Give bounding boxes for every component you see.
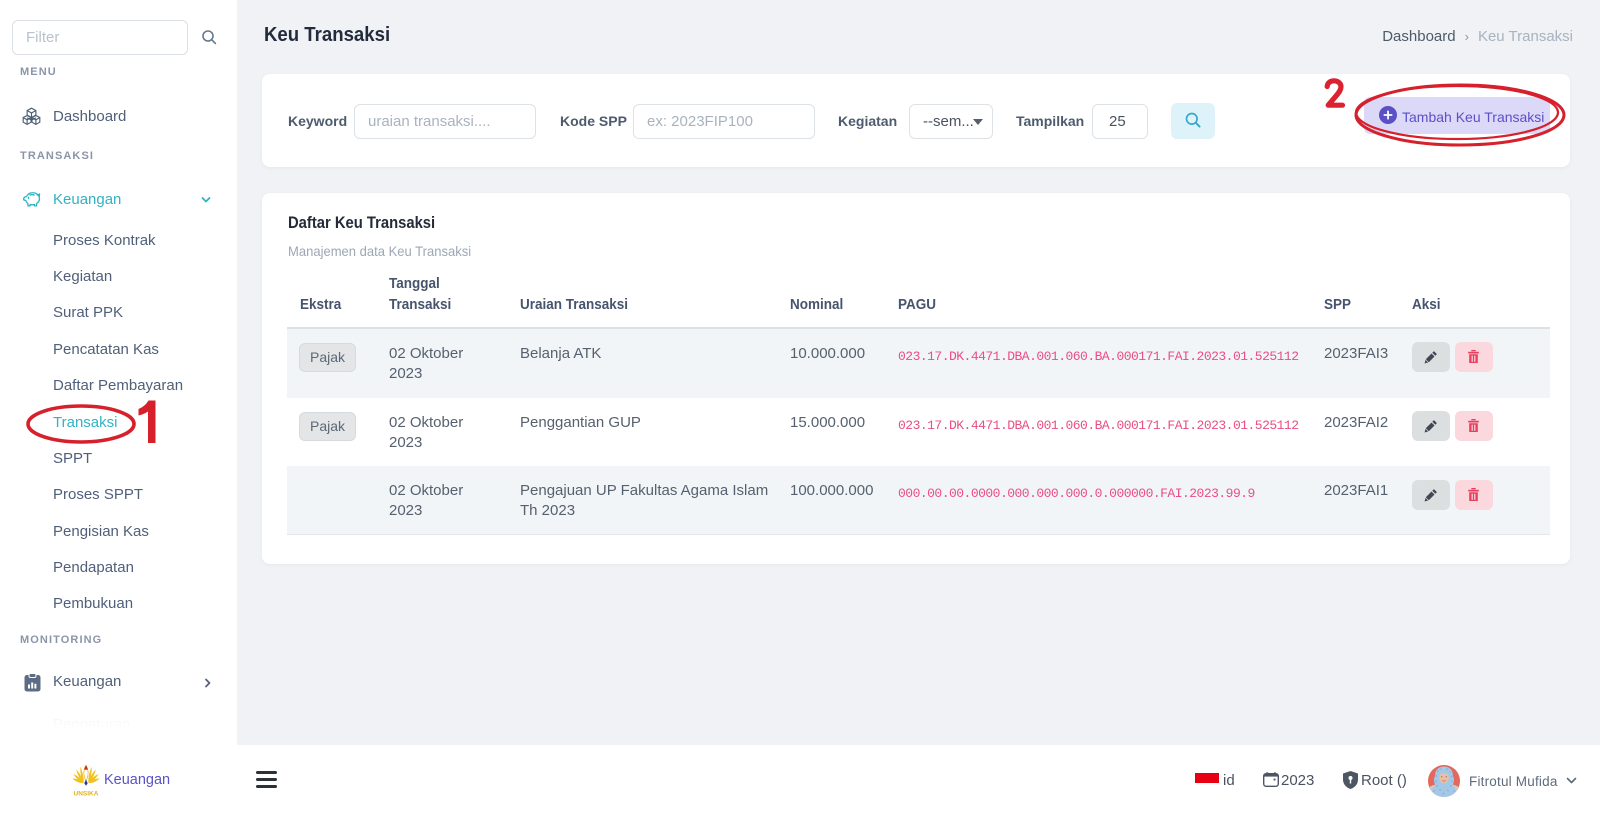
svg-text:UNSIKA: UNSIKA <box>74 791 99 798</box>
